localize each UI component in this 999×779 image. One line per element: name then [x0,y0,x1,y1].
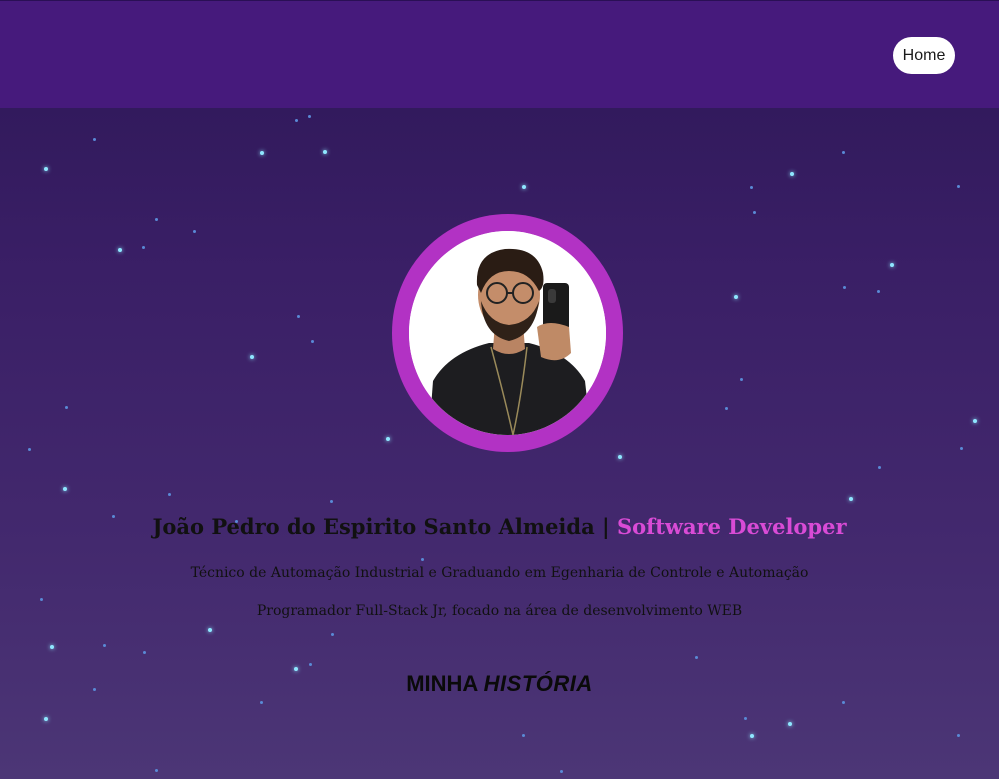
star-dot [44,167,48,171]
star-dot [208,628,212,632]
star-dot [28,448,31,451]
profile-avatar [392,214,623,452]
star-dot [842,701,845,704]
star-dot [331,633,334,636]
star-dot [50,645,54,649]
star-dot [250,355,254,359]
star-dot [734,295,738,299]
star-dot [295,119,298,122]
star-dot [193,230,196,233]
star-dot [63,487,67,491]
star-dot [842,151,845,154]
star-dot [960,447,963,450]
star-dot [44,717,48,721]
star-dot [103,644,106,647]
star-dot [878,466,881,469]
star-dot [522,185,526,189]
star-dot [849,497,853,501]
profile-photo [409,231,606,435]
star-dot [421,558,424,561]
star-dot [93,138,96,141]
star-dot [957,734,960,737]
star-dot [386,437,390,441]
star-dot [155,769,158,772]
profile-heading: João Pedro do Espirito Santo Almeida | S… [0,514,999,539]
star-dot [618,455,622,459]
star-dot [260,701,263,704]
star-dot [560,770,563,773]
star-dot [750,734,754,738]
star-dot [65,406,68,409]
star-dot [522,734,525,737]
star-dot [323,150,327,154]
star-dot [973,419,977,423]
star-dot [744,717,747,720]
star-dot [750,186,753,189]
profile-role: Software Developer [616,514,847,539]
star-dot [843,286,846,289]
story-title-emphasis: HISTÓRIA [483,671,593,696]
star-dot [143,651,146,654]
star-dot [297,315,300,318]
profile-subtitle-education: Técnico de Automação Industrial e Gradua… [190,565,809,581]
star-dot [311,340,314,343]
star-dot [957,185,960,188]
star-dot [308,115,311,118]
star-dot [753,211,756,214]
star-dot [695,656,698,659]
star-dot [740,378,743,381]
star-dot [790,172,794,176]
star-dot [40,598,43,601]
star-dot [309,663,312,666]
star-dot [788,722,792,726]
top-navbar: Home [0,0,999,108]
star-dot [877,290,880,293]
story-section-title: MINHA HISTÓRIA [0,671,999,697]
star-dot [118,248,122,252]
star-dot [168,493,171,496]
star-dot [725,407,728,410]
profile-subtitle-focus: Programador Full-Stack Jr, focado na áre… [256,603,743,619]
profile-name: João Pedro do Espirito Santo Almeida [152,514,595,539]
star-dot [890,263,894,267]
star-dot [260,151,264,155]
star-dot [330,500,333,503]
star-dot [155,218,158,221]
heading-separator: | [602,514,610,539]
home-button[interactable]: Home [893,37,955,74]
person-selfie-illustration [409,231,606,435]
story-title-plain: MINHA [406,671,478,696]
star-dot [142,246,145,249]
